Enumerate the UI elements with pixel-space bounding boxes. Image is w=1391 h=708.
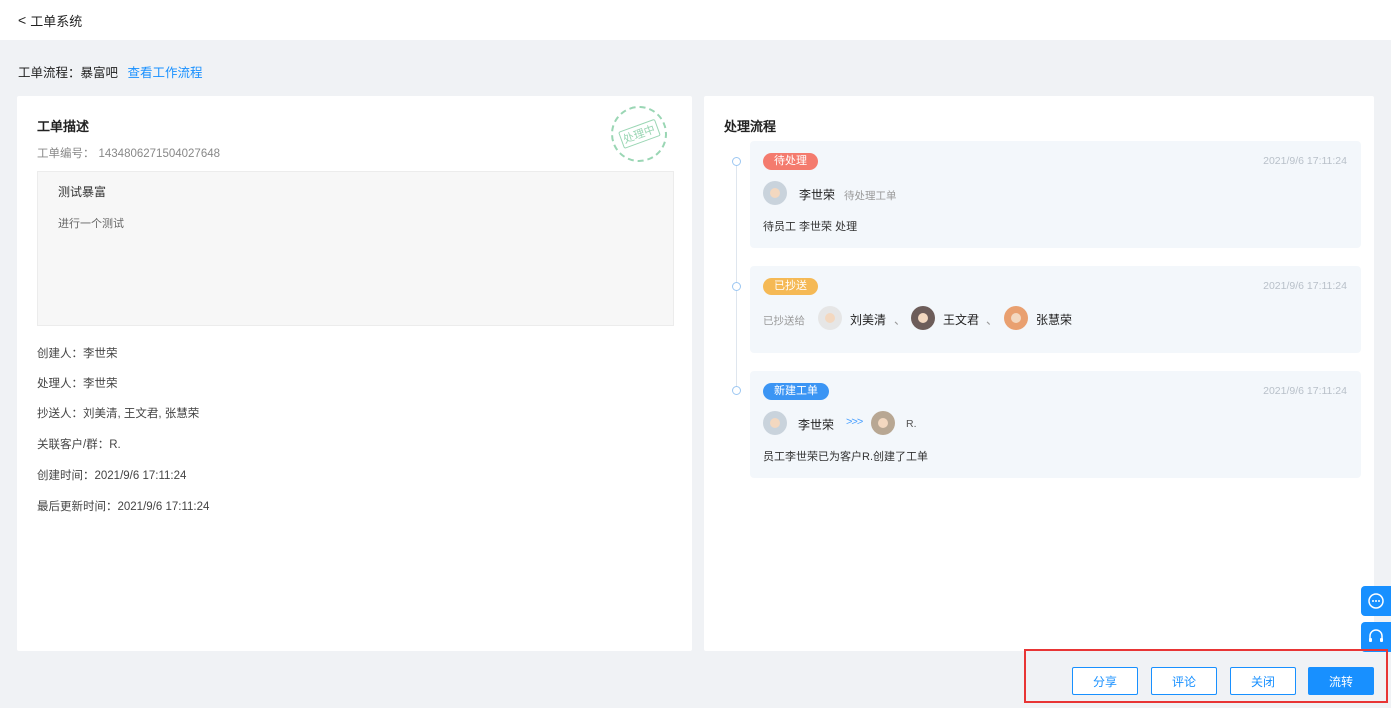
avatar bbox=[871, 411, 895, 435]
comment-button[interactable]: 评论 bbox=[1151, 667, 1217, 695]
timeline-step-pending: 待处理 2021/9/6 17:11:24 李世荣 待处理工单 待员工 李世荣 … bbox=[750, 141, 1361, 248]
user-action: 待处理工单 bbox=[844, 190, 897, 202]
cc-prefix: 已抄送给 bbox=[763, 315, 805, 327]
created-time-field: 创建时间：2021/9/6 17:11:24 bbox=[37, 470, 187, 482]
cc-person: 王文君 bbox=[943, 313, 980, 327]
avatar bbox=[763, 181, 787, 205]
workflow-bar: 工单流程：暴富吧 查看工作流程 bbox=[18, 62, 203, 81]
workflow-name: 暴富吧 bbox=[80, 66, 119, 80]
timeline-line bbox=[736, 162, 737, 392]
close-button[interactable]: 关闭 bbox=[1230, 667, 1296, 695]
headset-icon[interactable] bbox=[1361, 622, 1391, 652]
avatar bbox=[911, 306, 935, 330]
separator: 、 bbox=[894, 313, 907, 327]
customer-field: 关联客户/群：R. bbox=[37, 439, 121, 451]
workflow-label: 工单流程： bbox=[18, 66, 81, 80]
step-time: 2021/9/6 17:11:24 bbox=[1263, 155, 1347, 167]
status-badge: 待处理 bbox=[763, 153, 818, 170]
description-content-box: 测试暴富 进行一个测试 bbox=[37, 171, 674, 326]
user-name: 李世荣 bbox=[798, 418, 835, 432]
status-stamp: 处理中 bbox=[603, 98, 675, 170]
process-panel: 处理流程 待处理 2021/9/6 17:11:24 李世荣 待处理工单 待员工… bbox=[704, 96, 1374, 651]
step-time: 2021/9/6 17:11:24 bbox=[1263, 280, 1347, 292]
top-bar: < 工单系统 bbox=[0, 0, 1391, 40]
creator-field: 创建人：李世荣 bbox=[37, 348, 118, 360]
ticket-description-panel: 工单描述 处理中 工单编号： 1434806271504027648 测试暴富 进… bbox=[17, 96, 692, 651]
customer-name: R. bbox=[906, 418, 917, 430]
separator: 、 bbox=[986, 313, 999, 327]
timeline-dot bbox=[732, 282, 741, 291]
timeline-step-created: 新建工单 2021/9/6 17:11:24 李世荣 >>> R. 员工李世荣已… bbox=[750, 371, 1361, 478]
arrow-right-icon: >>> bbox=[846, 416, 863, 428]
process-title: 处理流程 bbox=[724, 119, 777, 134]
step-note: 待员工 李世荣 处理 bbox=[763, 221, 858, 233]
timeline-dot bbox=[732, 157, 741, 166]
handler-field: 处理人：李世荣 bbox=[37, 378, 118, 390]
status-badge: 已抄送 bbox=[763, 278, 818, 295]
avatar bbox=[763, 411, 787, 435]
user-name: 李世荣 bbox=[799, 188, 836, 202]
timeline-dot bbox=[732, 386, 741, 395]
timeline-step-cc: 已抄送 2021/9/6 17:11:24 已抄送给 刘美清 、 王文君 、 张… bbox=[750, 266, 1361, 353]
chat-bubble-icon[interactable] bbox=[1361, 586, 1391, 616]
status-badge: 新建工单 bbox=[763, 383, 829, 400]
step-note: 员工李世荣已为客户R.创建了工单 bbox=[763, 451, 928, 463]
avatar bbox=[818, 306, 842, 330]
updated-time-field: 最后更新时间：2021/9/6 17:11:24 bbox=[37, 501, 210, 513]
avatar bbox=[1004, 306, 1028, 330]
cc-field: 抄送人：刘美清, 王文君, 张慧荣 bbox=[37, 408, 200, 420]
step-time: 2021/9/6 17:11:24 bbox=[1263, 385, 1347, 397]
share-button[interactable]: 分享 bbox=[1072, 667, 1138, 695]
view-workflow-link[interactable]: 查看工作流程 bbox=[128, 66, 203, 80]
cc-person: 刘美清 bbox=[850, 313, 887, 327]
transfer-button[interactable]: 流转 bbox=[1308, 667, 1374, 695]
content-body: 进行一个测试 bbox=[58, 218, 124, 230]
content-title: 测试暴富 bbox=[58, 185, 107, 199]
description-title: 工单描述 bbox=[37, 119, 90, 134]
ticket-number: 工单编号： 1434806271504027648 bbox=[37, 148, 221, 160]
chevron-left-icon[interactable]: < bbox=[18, 12, 26, 28]
page-title: 工单系统 bbox=[30, 13, 83, 29]
cc-person: 张慧荣 bbox=[1036, 313, 1073, 327]
